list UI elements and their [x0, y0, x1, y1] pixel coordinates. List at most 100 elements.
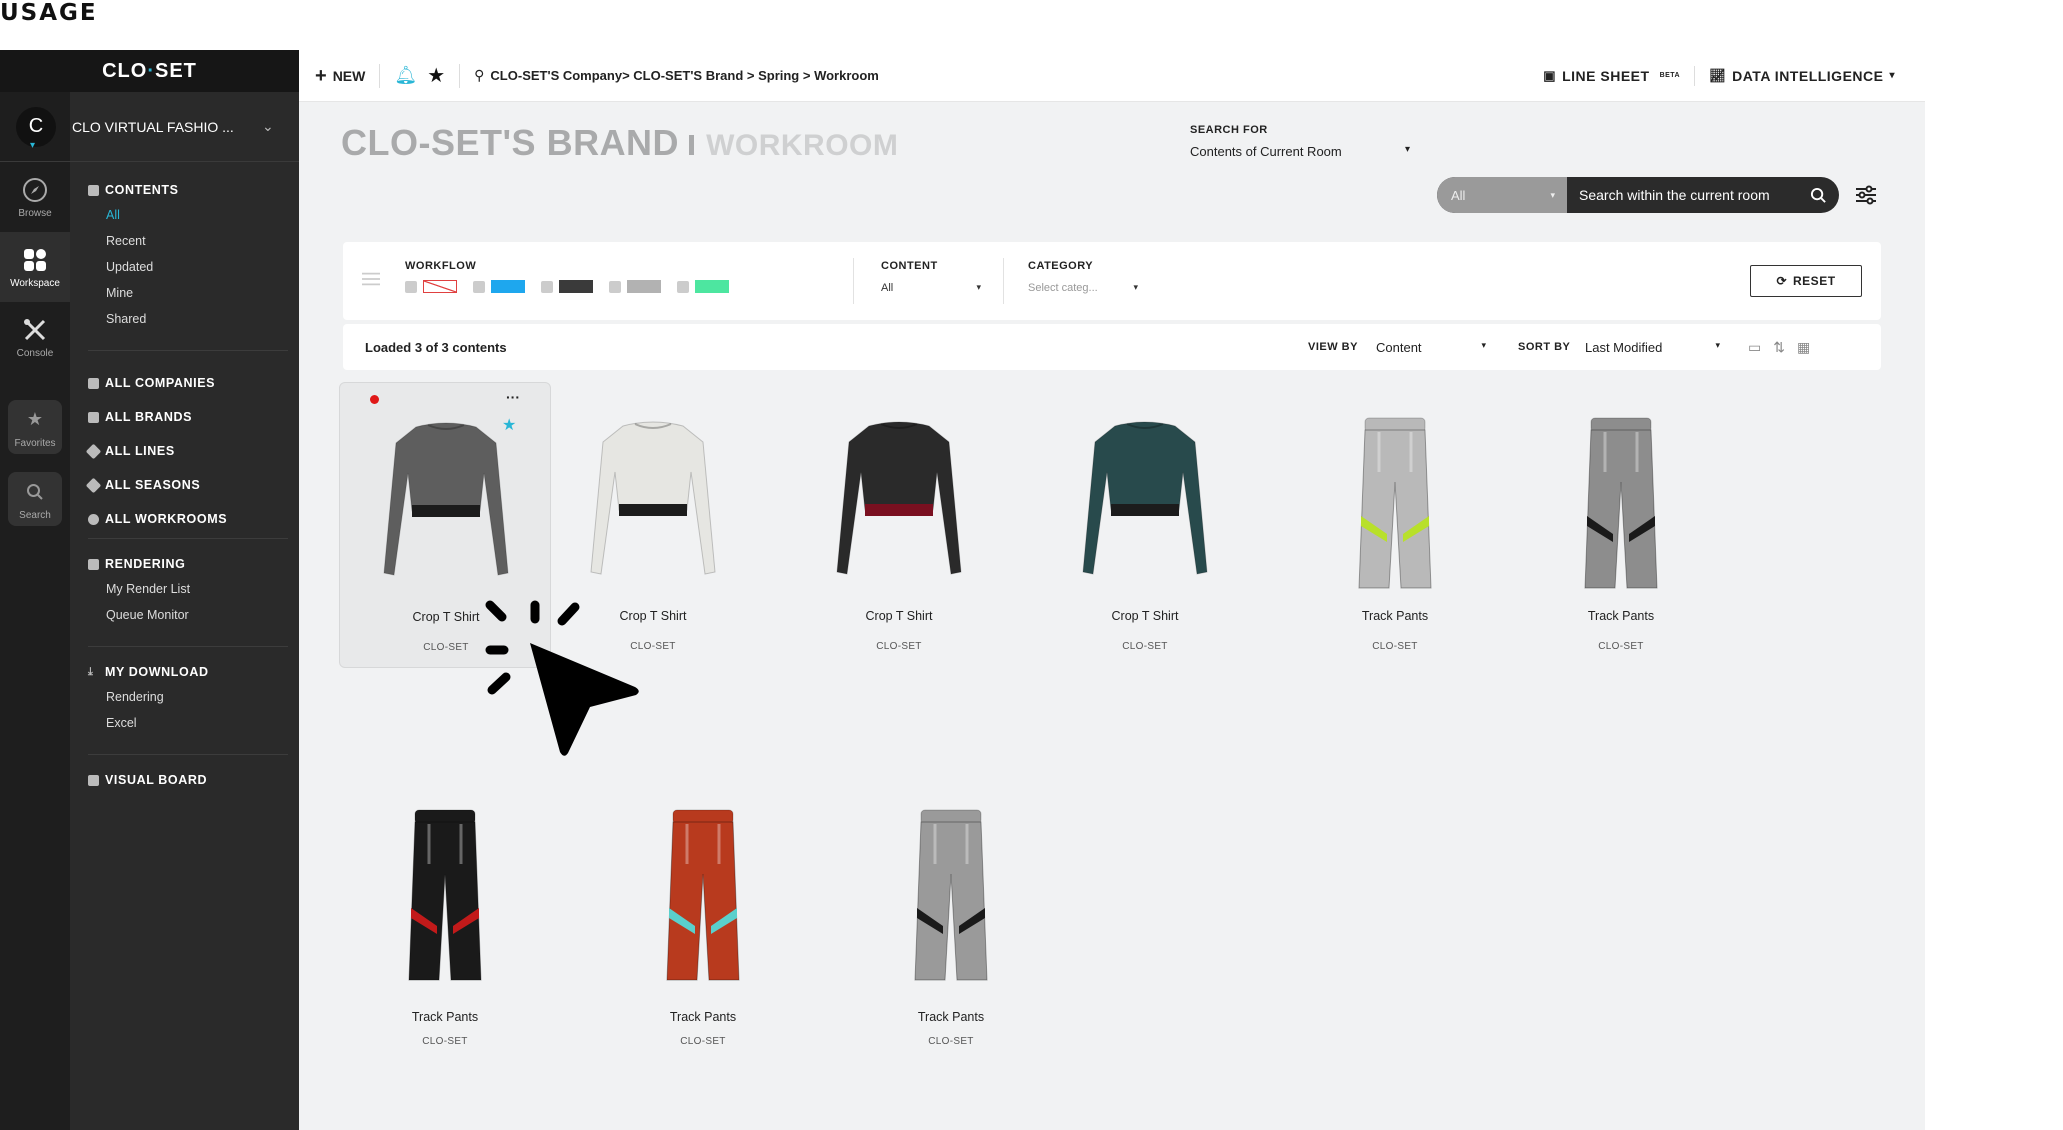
track-pants-thumbnail	[1358, 417, 1432, 589]
nav-item-queue-monitor[interactable]: Queue Monitor	[88, 602, 288, 628]
content-brand: CLO-SET	[1372, 641, 1418, 652]
checkbox[interactable]	[473, 280, 485, 293]
workflow-chip[interactable]	[541, 280, 593, 293]
divider	[88, 754, 288, 755]
nav-contents-header[interactable]: CONTENTS	[88, 180, 288, 200]
star-icon[interactable]: ★	[427, 63, 445, 88]
plus-icon: +	[315, 64, 327, 87]
content-name: Track Pants	[917, 1010, 985, 1024]
filter-settings-icon[interactable]	[1855, 185, 1877, 210]
favorite-star-icon[interactable]: ★	[502, 415, 516, 435]
search-scope-select[interactable]: All ▾	[1437, 177, 1567, 213]
rail-favorites[interactable]: ★ Favorites	[0, 398, 70, 456]
nav-all-seasons[interactable]: ALL SEASONS	[85, 468, 288, 502]
checkbox[interactable]	[677, 280, 689, 293]
nav-all-companies[interactable]: ALL COMPANIES	[88, 366, 288, 400]
category-filter[interactable]: CATEGORY Select categ... ▾	[1028, 260, 1138, 294]
nav-item-recent[interactable]: Recent	[88, 228, 288, 254]
workflow-color-swatch	[559, 280, 593, 293]
click-cursor-icon	[480, 595, 650, 770]
bell-icon[interactable]: 🔔︎	[394, 65, 417, 86]
line-sheet-button[interactable]: ▣ LINE SHEET BETA	[1543, 68, 1680, 84]
clo-set-logo[interactable]: CLO · SET	[0, 50, 299, 92]
sort-order-icon[interactable]: ⇅	[1773, 339, 1785, 356]
search-icon	[1810, 187, 1826, 203]
checkbox[interactable]	[405, 280, 417, 293]
caret-down-icon: ▾	[1889, 70, 1895, 81]
content-card[interactable]: Track Pants CLO-SET	[339, 774, 551, 1060]
nav-rendering-header[interactable]: RENDERING	[88, 554, 288, 574]
nav-item-shared[interactable]: Shared	[88, 306, 288, 332]
view-by-label: VIEW BY	[1308, 341, 1358, 353]
content-card[interactable]: Track Pants CLO-SET	[597, 774, 809, 1060]
side-panel: CONTENTS All Recent Updated Mine Shared …	[70, 50, 299, 1130]
nav-item-download-excel[interactable]: Excel	[88, 710, 288, 736]
rail-console[interactable]: Console	[0, 302, 70, 372]
divider	[88, 538, 288, 539]
content-brand: CLO-SET	[876, 641, 922, 652]
divider	[88, 350, 288, 351]
workflow-chip[interactable]	[609, 280, 661, 293]
sort-by-dropdown[interactable]: Last Modified ▾	[1585, 340, 1720, 355]
content-filter[interactable]: CONTENT All ▾	[881, 260, 981, 294]
workflow-chip[interactable]	[473, 280, 525, 293]
search-input[interactable]: Search within the current room	[1567, 177, 1839, 213]
rail-label: Console	[16, 347, 54, 359]
content-card[interactable]: Track Pants CLO-SET	[1289, 382, 1501, 668]
view-by-dropdown[interactable]: Content ▾	[1376, 340, 1486, 355]
location-pin-icon: ⚲	[474, 67, 485, 83]
divider	[1003, 258, 1004, 304]
workspace-grid-icon	[21, 246, 49, 274]
nav-visual-board-header[interactable]: VISUAL BOARD	[88, 770, 288, 790]
company-selector[interactable]: C ▾ CLO VIRTUAL FASHIO ... ⌄	[0, 92, 299, 162]
nav-all-workrooms[interactable]: ALL WORKROOMS	[88, 502, 288, 536]
rail-browse[interactable]: Browse	[0, 162, 70, 232]
company-badge-icon: ▾	[30, 139, 36, 151]
nav-download-header[interactable]: ⤓ MY DOWNLOAD	[88, 662, 288, 682]
content-card[interactable]: Crop T Shirt CLO-SET	[1039, 382, 1251, 668]
content-brand: CLO-SET	[1598, 641, 1644, 652]
track-pants-thumbnail	[1584, 417, 1658, 589]
search-for-dropdown[interactable]: SEARCH FOR Contents of Current Room ▾	[1190, 124, 1410, 159]
new-button[interactable]: + NEW	[315, 64, 365, 87]
content-card[interactable]: Track Pants CLO-SET	[1515, 382, 1727, 668]
breadcrumb[interactable]: CLO-SET'S Company> CLO-SET'S Brand > Spr…	[490, 68, 878, 83]
download-icon: ⤓	[88, 665, 94, 678]
rail-search[interactable]: Search	[0, 470, 70, 528]
workflow-chip[interactable]	[405, 280, 457, 293]
content-card[interactable]: Track Pants CLO-SET	[845, 774, 1057, 1060]
content-name: Track Pants	[1587, 609, 1655, 623]
crop-top-thumbnail	[836, 421, 962, 575]
content-brand: CLO-SET	[680, 1036, 726, 1047]
chart-icon: 📈︎	[1709, 67, 1727, 83]
nav-item-mine[interactable]: Mine	[88, 280, 288, 306]
nav-item-my-render-list[interactable]: My Render List	[88, 576, 288, 602]
content-brand: CLO-SET	[1122, 641, 1168, 652]
view-toggle-icon[interactable]: ▭	[1748, 339, 1761, 356]
nav-item-updated[interactable]: Updated	[88, 254, 288, 280]
excel-export-icon[interactable]: ▦	[1797, 339, 1810, 356]
checkbox[interactable]	[609, 280, 621, 293]
rail-label: Favorites	[14, 437, 56, 449]
search-bar: All ▾ Search within the current room	[1437, 177, 1839, 213]
data-intelligence-button[interactable]: 📈︎ DATA INTELLIGENCE ▾	[1709, 68, 1895, 84]
reset-button[interactable]: ⟳ RESET	[1750, 265, 1862, 297]
content-name: Track Pants	[411, 1010, 479, 1024]
crop-top-thumbnail	[1082, 421, 1208, 575]
nav-all-lines[interactable]: ALL LINES	[85, 434, 288, 468]
filter-sliders-icon	[361, 270, 381, 293]
content-card[interactable]: Crop T Shirt CLO-SET	[793, 382, 1005, 668]
divider	[853, 258, 854, 304]
nav-all-brands[interactable]: ALL BRANDS	[88, 400, 288, 434]
crop-top-thumbnail	[383, 422, 509, 576]
rail-workspace[interactable]: Workspace	[0, 232, 70, 302]
more-options-icon[interactable]: ···	[506, 389, 520, 405]
diamond-icon	[85, 443, 102, 459]
workflow-chip[interactable]	[677, 280, 729, 293]
checkbox[interactable]	[541, 280, 553, 293]
divider	[379, 63, 381, 88]
nav-item-all[interactable]: All	[88, 202, 288, 228]
clo-set-app: Browse Workspace Console ★ Favorites Sea…	[0, 50, 1925, 1130]
nav-item-download-rendering[interactable]: Rendering	[88, 684, 288, 710]
star-icon: ★	[26, 409, 44, 429]
